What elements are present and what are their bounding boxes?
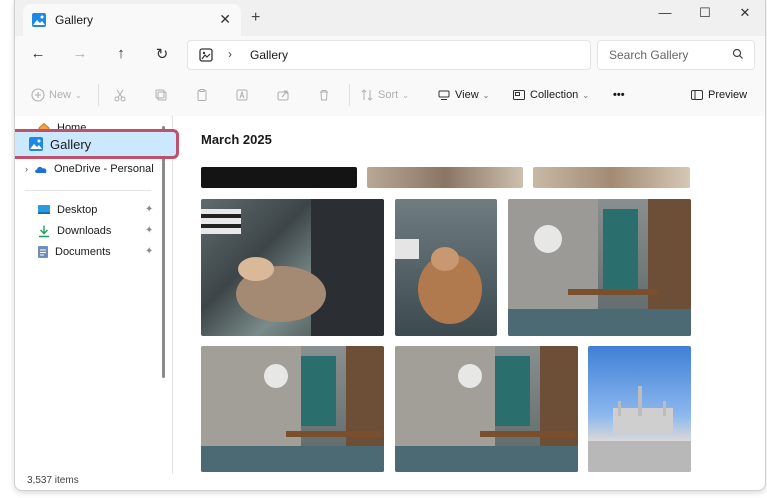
sidebar-item-label: Gallery [50,136,92,152]
preview-button[interactable]: Preview [690,86,747,104]
cat-photo-graphic [395,239,482,324]
photo-thumbnail[interactable] [201,199,384,336]
toolbar-divider [349,84,350,106]
up-button[interactable]: ↑ [110,45,132,65]
sidebar-item-label: Desktop [57,204,98,216]
collection-button[interactable]: Collection ⌄ [512,86,589,104]
building-photo-graphic [588,386,691,472]
sidebar-item-label: Downloads [57,225,112,237]
cloud-icon [35,166,47,173]
sidebar-item-label: Documents [55,246,111,258]
toolbar-divider [98,84,99,106]
cafe-photo-graphic [201,346,384,472]
command-bar: New ⌄ Sort ⌄ View ⌄ Collection ⌄ ••• Pre… [15,74,765,117]
new-label: New [49,89,72,101]
item-count: 3,537 items [27,475,79,486]
cut-button[interactable] [113,86,127,104]
sidebar-scrollbar[interactable] [162,126,165,378]
cafe-photo-graphic [508,199,691,336]
cat-photo-graphic [201,199,384,336]
refresh-button[interactable]: ↻ [151,45,173,65]
photo-thumbnail[interactable] [508,199,691,336]
chevron-right-icon: › [228,47,232,61]
photo-thumbnail[interactable] [201,346,384,472]
sort-icon [361,89,373,101]
tab-gallery[interactable]: Gallery ✕ [23,4,241,36]
preview-pane-icon [691,90,703,100]
share-button[interactable] [276,86,290,104]
paste-button[interactable] [195,86,209,104]
chevron-down-icon: ⌄ [402,90,409,100]
photo-thumbnail[interactable] [588,346,691,472]
desktop-icon [38,205,50,214]
gallery-icon [32,13,46,27]
search-input[interactable]: Search Gallery [597,40,755,70]
cafe-photo-graphic [395,346,578,472]
address-location[interactable]: Gallery [250,48,288,62]
sidebar-item-onedrive[interactable]: › OneDrive - Personal [25,160,154,178]
search-icon [732,48,743,59]
view-label: View [455,89,479,101]
gallery-content: March 2025 [172,116,765,474]
clipboard-icon [197,89,207,101]
photo-thumbnail[interactable] [395,199,497,336]
collection-label: Collection [530,89,579,101]
view-icon [438,90,450,100]
chevron-down-icon: ⌄ [582,90,590,100]
share-icon [277,90,289,101]
minimize-button[interactable]: — [655,5,675,20]
gallery-icon [29,137,43,151]
sidebar-item-documents[interactable]: Documents [37,243,111,261]
sidebar-item-desktop[interactable]: Desktop [37,201,97,219]
close-window-button[interactable]: ✕ [735,5,755,21]
sort-label: Sort [378,89,399,101]
status-bar: 3,537 items [15,474,765,490]
back-button[interactable]: ← [27,45,49,65]
sidebar-divider [25,190,151,191]
gallery-location-icon [199,48,213,62]
photo-thumbnail[interactable] [533,167,690,188]
plus-circle-icon [31,88,45,102]
sidebar-item-label: OneDrive - Personal [54,163,154,175]
delete-button[interactable] [317,86,331,104]
collection-icon [513,90,525,100]
photo-thumbnail[interactable] [201,167,357,188]
sidebar-item-downloads[interactable]: Downloads [37,222,111,240]
sort-button[interactable]: Sort ⌄ [360,86,409,104]
navigation-pane: Home › OneDrive - Personal Desktop ✦ Dow… [15,116,171,474]
pin-icon[interactable]: ✦ [145,225,153,236]
chevron-down-icon: ⌄ [482,90,490,100]
photo-thumbnail[interactable] [367,167,523,188]
copy-button[interactable] [154,86,168,104]
copy-icon [155,89,167,101]
month-heading: March 2025 [201,132,272,147]
close-tab-icon[interactable]: ✕ [219,11,231,28]
new-button[interactable]: New ⌄ [31,86,82,104]
view-button[interactable]: View ⌄ [437,86,489,104]
preview-label: Preview [708,89,748,101]
pin-icon[interactable]: ✦ [145,246,153,257]
title-bar: Gallery ✕ + — ☐ ✕ [15,0,765,36]
rename-icon [236,89,248,101]
scissors-icon [114,89,126,102]
ellipsis-icon: ••• [613,89,625,101]
address-bar[interactable]: › Gallery [187,40,591,70]
chevron-down-icon: ⌄ [75,90,82,100]
photo-thumbnail[interactable] [395,346,578,472]
search-placeholder: Search Gallery [609,48,689,62]
maximize-button[interactable]: ☐ [695,5,715,21]
sidebar-item-gallery[interactable]: Gallery [15,129,179,159]
download-icon [39,225,49,238]
tab-title: Gallery [55,13,94,27]
trash-icon [320,90,328,101]
forward-button[interactable]: → [69,45,91,65]
new-tab-button[interactable]: + [251,9,260,27]
more-options-button[interactable]: ••• [613,86,625,104]
pin-icon[interactable]: ✦ [145,204,153,215]
document-icon [38,246,48,258]
chevron-right-icon: › [25,164,28,174]
file-explorer-window: Gallery ✕ + — ☐ ✕ ← → ↑ ↻ › Gallery Sear… [14,0,766,491]
rename-button[interactable] [235,86,249,104]
address-row: ← → ↑ ↻ › Gallery Search Gallery [15,36,765,74]
